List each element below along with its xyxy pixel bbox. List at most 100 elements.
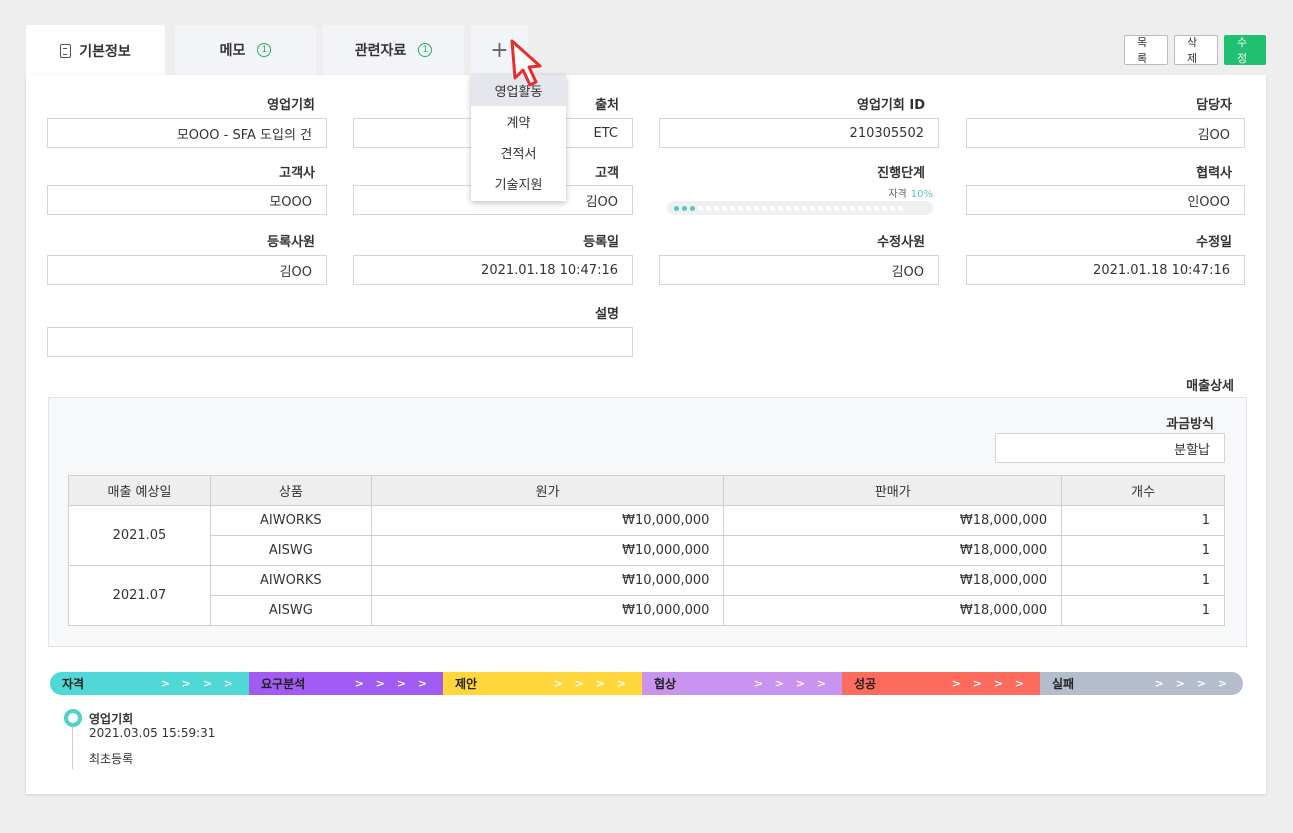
progress-dot <box>882 205 887 211</box>
progress-dot <box>898 205 903 211</box>
delete-button[interactable]: 삭제 <box>1174 35 1218 65</box>
progress-dot <box>698 205 703 211</box>
table-header-row: 매출 예상일 상품 원가 판매가 개수 <box>68 475 1225 506</box>
progress-dot <box>690 205 695 211</box>
quantity-cell: 1 <box>1061 595 1225 626</box>
menu-item-contract[interactable]: 계약 <box>471 106 566 137</box>
progress-dot <box>730 205 735 211</box>
menu-item-tech-support[interactable]: 기술지원 <box>471 168 566 199</box>
progress-dot <box>706 205 711 211</box>
progress-dot <box>834 205 839 211</box>
menu-item-quote[interactable]: 견적서 <box>471 137 566 168</box>
billing-method-label: 과금방식 <box>1166 417 1214 432</box>
progress-dot <box>714 205 719 211</box>
sales-detail-title: 매출상세 <box>1186 379 1234 394</box>
modified-date-field[interactable]: 2021.01.18 10:47:16 <box>966 255 1245 285</box>
stage-label: 실패 <box>1052 677 1075 691</box>
progress-dot <box>738 205 743 211</box>
progress-dot <box>826 205 831 211</box>
expected-date-cell: 2021.07 <box>68 565 211 626</box>
opportunity-id-label: 영업기회 ID <box>857 98 925 113</box>
chevrons-icon: > > > > <box>160 677 237 690</box>
tab-label: 메모 <box>219 43 246 59</box>
column-header: 판매가 <box>723 475 1063 506</box>
chevrons-icon: > > > > <box>1154 677 1231 690</box>
table-row: AISWG ₩10,000,000 ₩18,000,000 1 <box>69 535 1225 566</box>
stage-label: 제안 <box>455 677 478 691</box>
timeline-dot-icon <box>64 709 82 727</box>
list-button[interactable]: 목록 <box>1124 35 1168 65</box>
partner-label: 협력사 <box>1196 166 1232 181</box>
price-cell: ₩18,000,000 <box>723 505 1063 536</box>
timeline-title: 영업기회 <box>89 712 134 726</box>
progress-dot <box>770 205 775 211</box>
chevrons-icon: > > > > <box>951 677 1028 690</box>
stage-progress-bar <box>667 201 933 215</box>
stage-label: 진행단계 <box>877 166 925 181</box>
modifier-field[interactable]: 김OO <box>659 255 939 285</box>
cost-cell: ₩10,000,000 <box>370 505 725 536</box>
table-row: 2021.07 AIWORKS ₩10,000,000 ₩18,000,000 … <box>68 565 1225 626</box>
action-buttons: 목록 삭제 수정 <box>1124 35 1266 65</box>
progress-dot <box>890 205 895 211</box>
edit-button[interactable]: 수정 <box>1224 35 1266 65</box>
timeline-line <box>72 727 73 769</box>
tab-memo[interactable]: 메모 1 <box>175 25 316 75</box>
progress-dot <box>850 205 855 211</box>
price-cell: ₩18,000,000 <box>723 595 1063 626</box>
billing-method-field[interactable]: 분할납 <box>995 433 1225 463</box>
progress-dot <box>810 205 815 211</box>
tab-count-badge: 1 <box>257 43 272 57</box>
stage-label: 자격 <box>62 677 85 691</box>
stage-label: 성공 <box>854 677 877 691</box>
progress-dot <box>778 205 783 211</box>
quantity-cell: 1 <box>1061 505 1225 536</box>
opportunity-label: 영업기회 <box>267 98 315 113</box>
stage-label: 협상 <box>654 677 677 691</box>
opportunity-field[interactable]: 모OOO - SFA 도입의 건 <box>47 118 327 148</box>
progress-dot <box>858 205 863 211</box>
column-header: 상품 <box>209 475 372 506</box>
product-cell: AIWORKS <box>209 565 372 596</box>
partner-field[interactable]: 인OOO <box>966 185 1245 215</box>
description-field[interactable] <box>47 327 633 357</box>
table-row: AISWG ₩10,000,000 ₩18,000,000 1 <box>69 595 1225 626</box>
opportunity-id-field[interactable]: 210305502 <box>659 118 939 148</box>
company-label: 고객사 <box>279 166 315 181</box>
table-row: 2021.05 AIWORKS ₩10,000,000 ₩18,000,000 … <box>68 505 1225 566</box>
column-header: 매출 예상일 <box>68 475 211 506</box>
stage-caption: 자격 10% <box>667 185 933 200</box>
chevrons-icon: > > > > <box>753 677 830 690</box>
sales-detail-box: 과금방식 분할납 매출 예상일 상품 원가 판매가 개수 2021.05 AIW… <box>48 397 1247 647</box>
tab-related-files[interactable]: 관련자료 1 <box>323 25 464 75</box>
stage-qualification[interactable]: 자격 > > > > <box>50 672 249 695</box>
company-field[interactable]: 모OOO <box>47 185 327 215</box>
progress-dot <box>682 205 687 211</box>
progress-dot <box>754 205 759 211</box>
column-header: 원가 <box>370 475 725 506</box>
stage-negotiation[interactable]: 협상 > > > > <box>642 672 842 695</box>
stage-proposal[interactable]: 제안 > > > > <box>443 672 642 695</box>
registered-date-field[interactable]: 2021.01.18 10:47:16 <box>353 255 633 285</box>
stage-failure[interactable]: 실패 > > > > <box>1040 672 1243 695</box>
timeline-time: 2021.03.05 15:59:31 <box>89 726 216 740</box>
chevrons-icon: > > > > <box>553 677 630 690</box>
progress-dot <box>794 205 799 211</box>
tab-basic-info[interactable]: 기본정보 <box>26 25 165 76</box>
stage-label: 요구분석 <box>261 677 306 691</box>
stage-success[interactable]: 성공 > > > > <box>842 672 1040 695</box>
owner-field[interactable]: 김OO <box>966 118 1245 148</box>
detail-panel: 영업기회 모OOO - SFA 도입의 건 출처 ETC 영업기회 ID 210… <box>26 75 1266 794</box>
timeline-desc: 최초등록 <box>89 752 134 766</box>
progress-dot <box>818 205 823 211</box>
sales-table: 매출 예상일 상품 원가 판매가 개수 2021.05 AIWORKS ₩10,… <box>68 475 1225 626</box>
price-cell: ₩18,000,000 <box>723 535 1063 566</box>
modifier-label: 수정사원 <box>877 235 925 250</box>
document-icon <box>60 43 72 58</box>
pointer-arrow-icon <box>506 38 546 92</box>
stage-needs-analysis[interactable]: 요구분석 > > > > <box>249 672 443 695</box>
registrant-field[interactable]: 김OO <box>47 255 327 285</box>
column-header: 개수 <box>1061 475 1225 506</box>
price-cell: ₩18,000,000 <box>723 565 1063 596</box>
stage-name: 자격 <box>888 189 907 200</box>
